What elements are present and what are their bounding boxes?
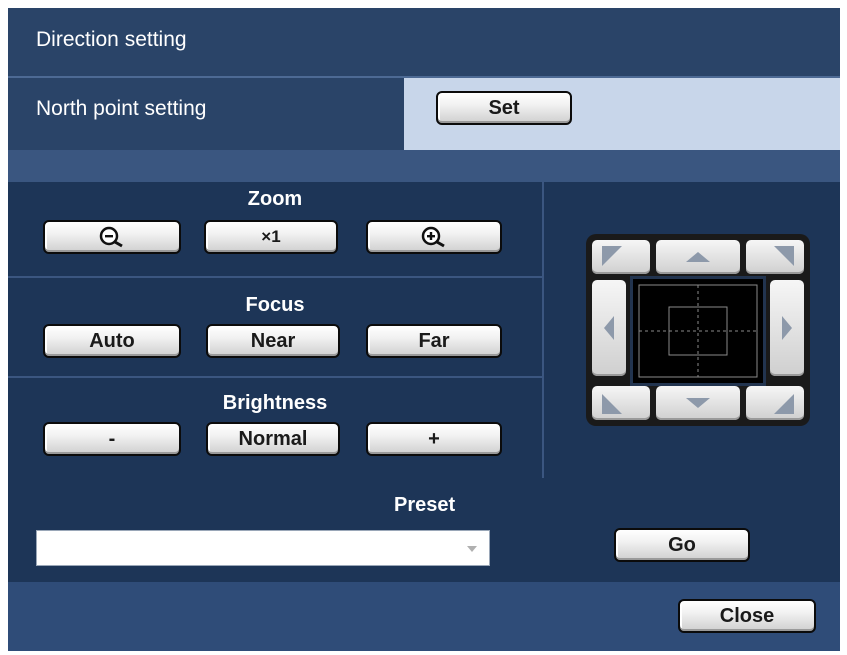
crosshair-icon (638, 284, 758, 378)
arrow-down-left-icon (602, 394, 622, 414)
zoom-in-button[interactable] (366, 220, 502, 254)
close-button[interactable]: Close (678, 599, 816, 633)
zoom-label: Zoom (247, 188, 303, 210)
focus-near-button[interactable]: Near (206, 324, 340, 358)
separator-band (8, 150, 840, 182)
pan-up-button[interactable] (656, 240, 740, 274)
set-button[interactable]: Set (436, 91, 572, 125)
pan-up-right-button[interactable] (746, 240, 804, 274)
zoom-in-icon (421, 226, 445, 248)
pan-left-button[interactable] (592, 280, 626, 376)
direction-setting-panel: Direction setting North point setting Se… (8, 8, 840, 651)
arrow-up-right-icon (774, 246, 794, 266)
preset-select[interactable] (36, 530, 490, 566)
focus-auto-button[interactable]: Auto (43, 324, 181, 358)
focus-brightness-divider (8, 376, 542, 378)
brightness-minus-button[interactable]: - (43, 422, 181, 456)
page-title: Direction setting (36, 28, 187, 51)
zoom-focus-divider (8, 276, 542, 278)
brightness-plus-button[interactable]: + (366, 422, 502, 456)
pan-down-left-button[interactable] (592, 386, 650, 420)
arrow-down-right-icon (774, 394, 794, 414)
vertical-divider (542, 182, 544, 478)
preset-label: Preset (394, 494, 456, 516)
focus-far-button[interactable]: Far (366, 324, 502, 358)
arrow-down-icon (686, 398, 710, 408)
arrow-up-left-icon (602, 246, 622, 266)
north-point-label: North point setting (36, 97, 207, 120)
brightness-normal-button[interactable]: Normal (206, 422, 340, 456)
position-screen[interactable] (630, 276, 766, 386)
arrow-left-icon (604, 316, 614, 340)
pan-tilt-pad (586, 234, 810, 426)
brightness-label: Brightness (222, 392, 328, 414)
pan-right-button[interactable] (770, 280, 804, 376)
pan-down-button[interactable] (656, 386, 740, 420)
zoom-reset-button[interactable]: ×1 (204, 220, 338, 254)
go-button[interactable]: Go (614, 528, 750, 562)
arrow-up-icon (686, 252, 710, 262)
chevron-down-icon (467, 546, 477, 552)
pan-down-right-button[interactable] (746, 386, 804, 420)
zoom-out-button[interactable] (43, 220, 181, 254)
pan-up-left-button[interactable] (592, 240, 650, 274)
zoom-out-icon (99, 226, 123, 248)
arrow-right-icon (782, 316, 792, 340)
focus-label: Focus (245, 294, 305, 316)
